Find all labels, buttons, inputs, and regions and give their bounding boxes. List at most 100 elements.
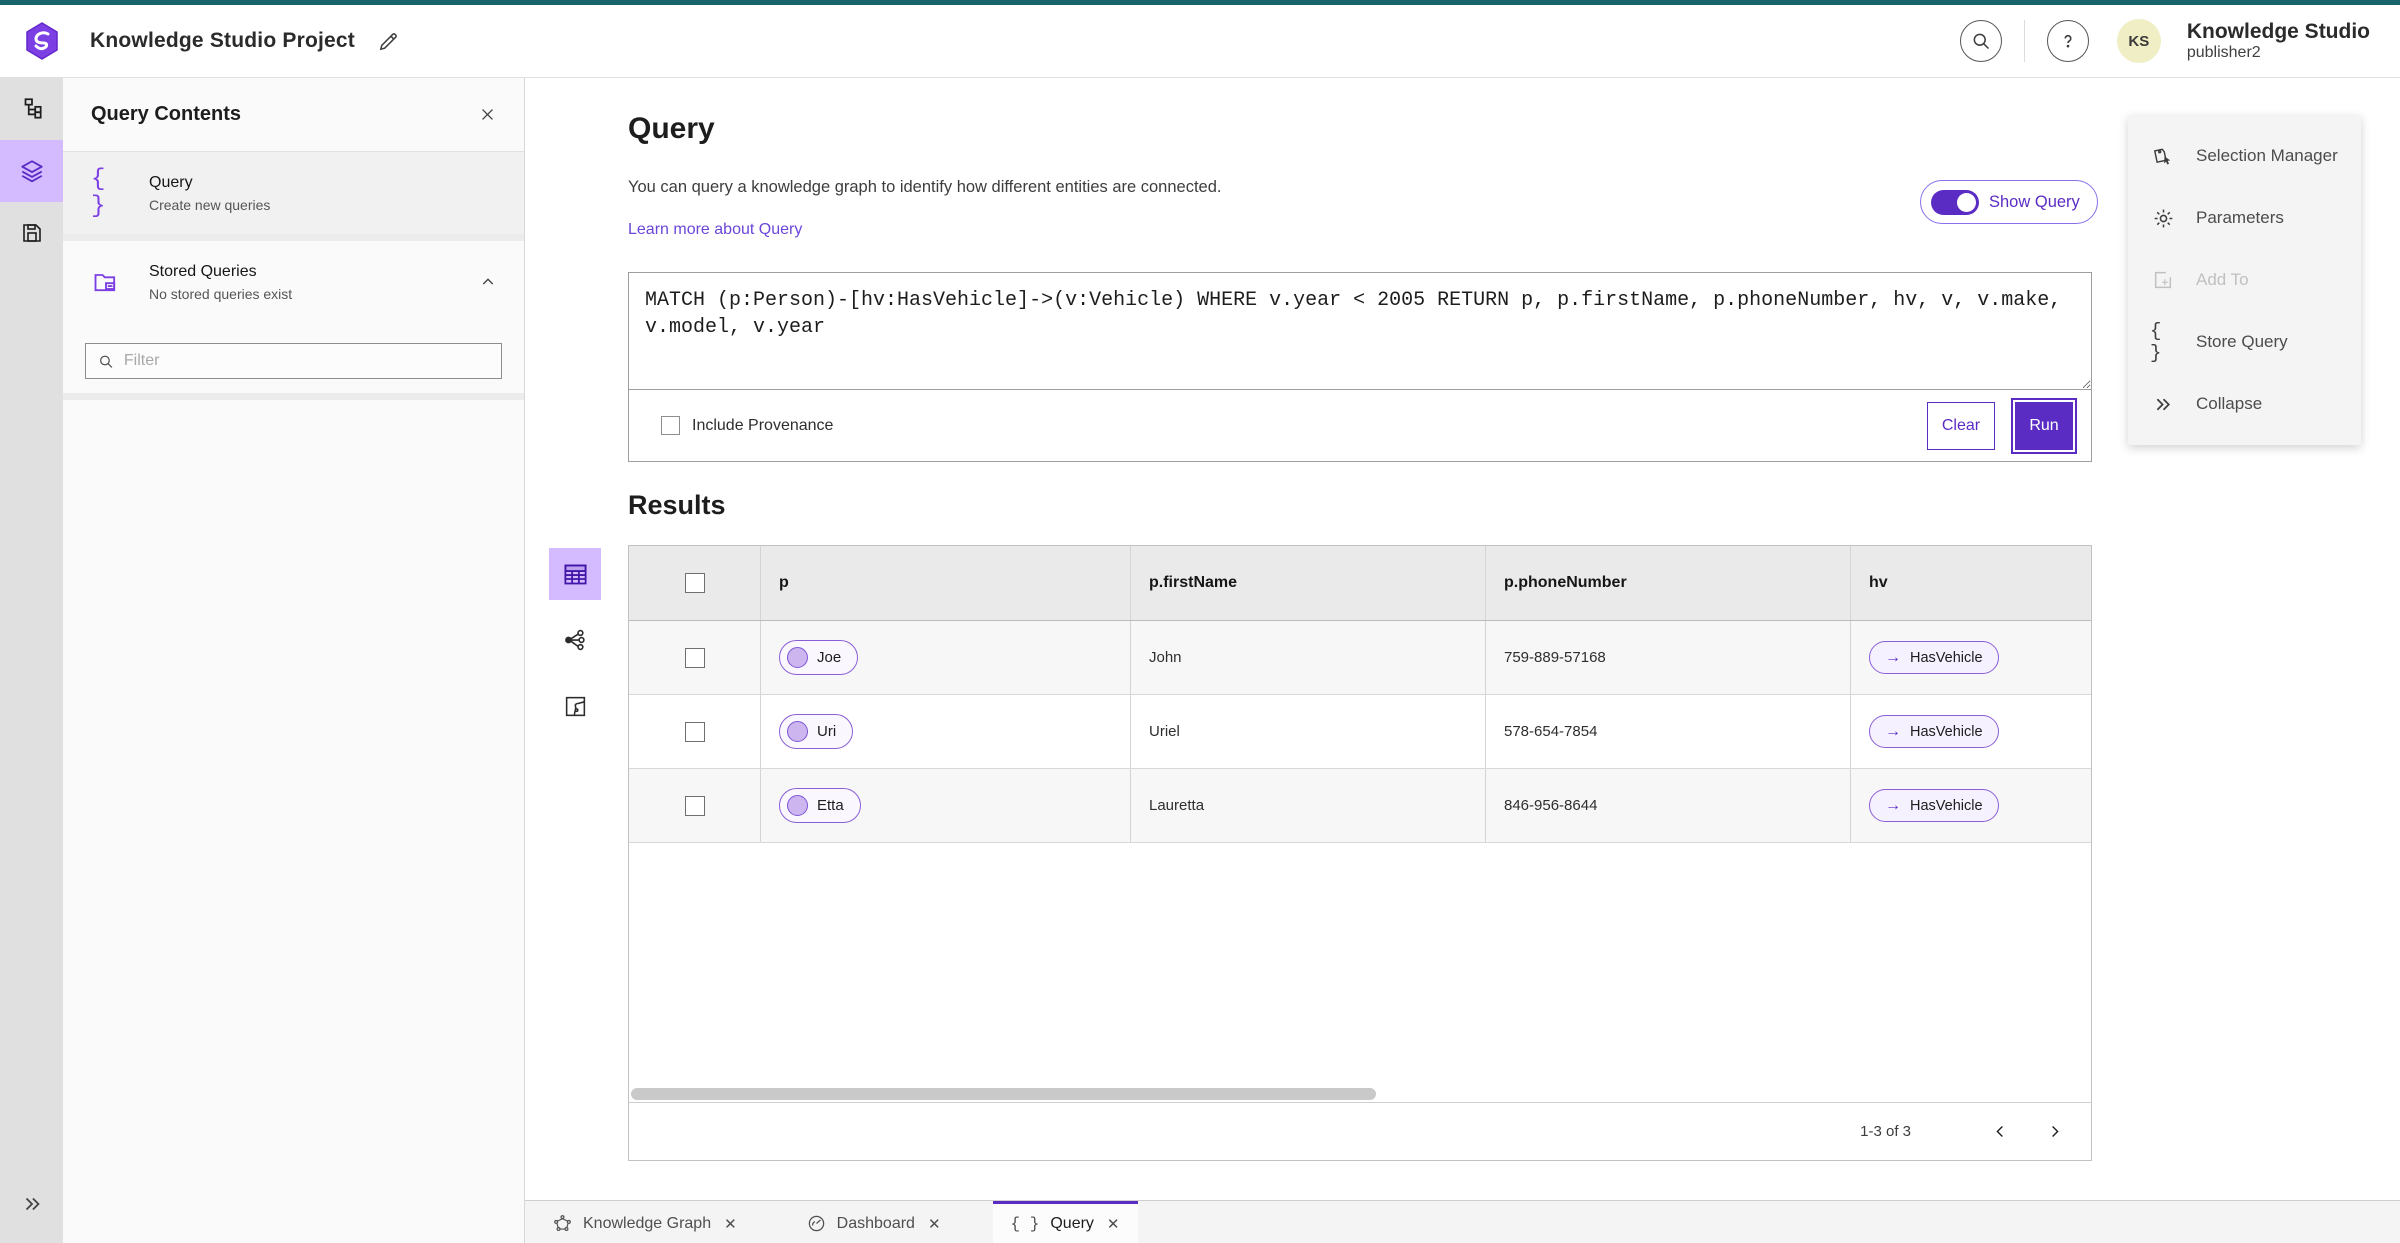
graph-icon [553, 1214, 572, 1233]
column-header-phonenumber[interactable]: p.phoneNumber [1486, 546, 1851, 620]
row-checkbox[interactable] [684, 647, 705, 668]
account-username: publisher2 [2186, 43, 2261, 61]
cell-firstname: Uriel [1131, 695, 1486, 768]
table-icon [563, 564, 587, 584]
edge-arrow-icon: → [1885, 796, 1901, 814]
results-view-switcher [549, 548, 601, 732]
toggle-switch-on[interactable] [1931, 189, 1979, 215]
include-provenance-option[interactable]: Include Provenance [661, 416, 833, 435]
gear-icon [2150, 207, 2176, 230]
panel-item-query-sublabel: Create new queries [149, 196, 271, 213]
close-icon[interactable]: ✕ [724, 1215, 737, 1233]
node-pill-label: Etta [817, 797, 844, 814]
table-row: Joe John 759-889-57168 → HasVehicle [629, 621, 2091, 695]
help-button[interactable] [2046, 20, 2089, 62]
tab-knowledge-graph[interactable]: Knowledge Graph ✕ [535, 1201, 755, 1243]
row-checkbox[interactable] [684, 721, 705, 742]
edge-pill-label: HasVehicle [1910, 723, 1983, 740]
column-header-hv[interactable]: hv [1851, 546, 2091, 620]
show-query-toggle[interactable]: Show Query [1920, 180, 2098, 224]
tab-query[interactable]: { } Query ✕ [992, 1201, 1138, 1243]
cell-firstname: John [1131, 621, 1486, 694]
edge-arrow-icon: → [1885, 722, 1901, 740]
action-label: Selection Manager [2196, 146, 2338, 165]
bottom-tab-bar: Knowledge Graph ✕ Dashboard ✕ { } Query … [525, 1200, 2400, 1243]
table-row: Etta Lauretta 846-956-8644 → HasVehicle [629, 769, 2091, 843]
view-graph-button[interactable] [549, 614, 601, 666]
query-editor-container: MATCH (p:Person)-[hv:HasVehicle]->(v:Veh… [628, 272, 2092, 462]
action-selection-manager[interactable]: Selection Manager [2128, 125, 2361, 187]
filter-field[interactable] [85, 343, 502, 379]
tab-label: Query [1050, 1214, 1094, 1232]
collapse-section-button[interactable] [480, 274, 496, 290]
close-icon[interactable]: ✕ [1107, 1215, 1120, 1233]
panel-header: Query Contents [63, 78, 524, 152]
view-map-button[interactable] [549, 680, 601, 732]
query-controls-row: Include Provenance Clear Run [629, 390, 2091, 461]
panel-item-stored-sublabel: No stored queries exist [149, 285, 293, 302]
user-avatar[interactable]: KS [2116, 19, 2161, 63]
network-icon [565, 629, 585, 651]
close-icon [482, 109, 493, 120]
rail-item-query-layers[interactable] [0, 140, 63, 202]
include-provenance-checkbox[interactable] [661, 416, 680, 435]
rail-item-save[interactable] [0, 202, 63, 264]
pagination-next-button[interactable] [2037, 1115, 2071, 1149]
node-pill[interactable]: Uri [779, 714, 854, 749]
save-icon [22, 224, 41, 242]
tab-label: Dashboard [836, 1214, 915, 1232]
node-pill-label: Joe [817, 649, 842, 666]
node-pill[interactable]: Joe [779, 640, 859, 675]
action-label: Add To [2196, 270, 2249, 289]
folder-icon [91, 268, 131, 296]
clear-button[interactable]: Clear [1927, 401, 1995, 450]
app-logo-icon [22, 21, 62, 61]
edge-arrow-icon: → [1885, 648, 1901, 666]
column-header-p[interactable]: p [761, 546, 1131, 620]
braces-icon: { } [1010, 1214, 1040, 1233]
search-button[interactable] [1959, 20, 2002, 62]
selection-manager-icon [2150, 145, 2176, 168]
query-textarea[interactable]: MATCH (p:Person)-[hv:HasVehicle]->(v:Veh… [629, 273, 2091, 390]
filter-input[interactable] [123, 352, 489, 370]
pagination-range: 1-3 of 3 [1860, 1123, 1911, 1140]
select-all-checkbox[interactable] [684, 573, 705, 593]
row-checkbox[interactable] [684, 795, 705, 816]
action-parameters[interactable]: Parameters [2128, 187, 2361, 249]
cell-phonenumber: 846-956-8644 [1486, 769, 1851, 842]
tab-dashboard[interactable]: Dashboard ✕ [789, 1201, 959, 1243]
edge-pill[interactable]: → HasVehicle [1869, 789, 1999, 822]
column-header-firstname[interactable]: p.firstName [1131, 546, 1486, 620]
learn-more-link[interactable]: Learn more about Query [628, 221, 802, 239]
pagination-prev-button[interactable] [1983, 1115, 2017, 1149]
close-icon[interactable]: ✕ [928, 1215, 941, 1233]
double-chevron-right-icon [25, 1197, 40, 1211]
edge-pill[interactable]: → HasVehicle [1869, 715, 1999, 748]
expand-rail-button[interactable] [0, 1193, 63, 1215]
panel-divider [63, 393, 524, 400]
view-table-button[interactable] [549, 548, 601, 600]
run-button[interactable]: Run [2011, 397, 2077, 454]
horizontal-scrollbar [629, 1087, 2091, 1102]
query-actions-panel: Selection Manager Parameters Add To {} … [2128, 115, 2361, 445]
action-add-to: Add To [2128, 249, 2361, 311]
edge-pill-label: HasVehicle [1910, 649, 1983, 666]
action-store-query[interactable]: { } Store Query [2128, 311, 2361, 373]
table-pagination: 1-3 of 3 [629, 1102, 2091, 1160]
edit-project-name-icon[interactable] [377, 30, 400, 53]
search-icon [100, 355, 113, 368]
rail-item-knowledge-graph[interactable] [0, 78, 63, 140]
search-icon [1973, 33, 1989, 50]
node-pill[interactable]: Etta [779, 788, 861, 823]
table-empty-area [629, 843, 2091, 1087]
scrollbar-thumb[interactable] [631, 1088, 1376, 1100]
action-collapse[interactable]: Collapse [2128, 373, 2361, 435]
panel-item-stored-queries[interactable]: Stored Queries No stored queries exist [63, 241, 524, 323]
query-page-title: Query [628, 112, 715, 145]
panel-item-query[interactable]: { } Query Create new queries [63, 152, 524, 234]
edge-pill[interactable]: → HasVehicle [1869, 641, 1999, 674]
node-dot-icon [787, 721, 808, 742]
gauge-icon [807, 1214, 826, 1233]
cell-firstname: Lauretta [1131, 769, 1486, 842]
panel-close-button[interactable] [479, 106, 496, 123]
